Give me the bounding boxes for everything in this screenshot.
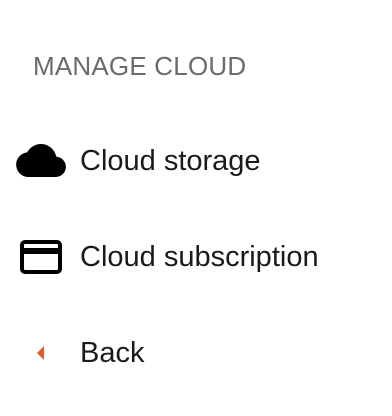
section-title: MANAGE CLOUD — [33, 51, 247, 81]
menu-item-label: Back — [80, 337, 145, 369]
menu-item-back[interactable]: Back — [0, 317, 392, 389]
cloud-icon — [16, 125, 66, 197]
menu-item-cloud-subscription[interactable]: Cloud subscription — [0, 221, 392, 293]
credit-card-icon — [16, 221, 66, 293]
menu-item-label: Cloud subscription — [80, 241, 319, 273]
back-arrow-icon — [16, 317, 66, 389]
menu-item-cloud-storage[interactable]: Cloud storage — [0, 125, 392, 197]
manage-cloud-menu: MANAGE CLOUD Cloud storage Cloud subscri… — [0, 0, 392, 416]
menu-item-label: Cloud storage — [80, 145, 261, 177]
